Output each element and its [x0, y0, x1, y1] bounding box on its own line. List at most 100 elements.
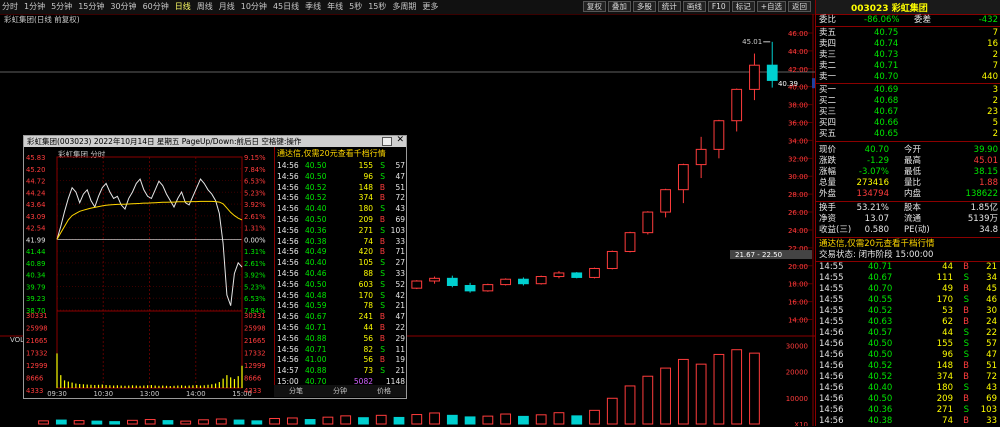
tool-button[interactable]: 返回 — [788, 1, 811, 12]
tick-price: 40.67 — [305, 312, 327, 322]
period-tab[interactable]: 分时 — [2, 2, 18, 12]
price-axis-label: 36.00 — [788, 120, 808, 128]
candle-body — [589, 267, 600, 278]
popup-tab[interactable]: 分钟 — [333, 385, 347, 397]
price-axis-label: 34.00 — [788, 137, 808, 145]
stat-row: 外盘 134794 内盘 138622 — [816, 189, 1000, 200]
level-volume: 2 — [992, 50, 998, 60]
period-tab[interactable]: 月线 — [219, 2, 235, 12]
period-tab[interactable]: 30分钟 — [110, 2, 136, 12]
tick-count: 47 — [395, 171, 405, 181]
popup-tab[interactable]: 分笔 — [289, 385, 303, 397]
trade-row: 14:56 40.50 96 S 47 — [816, 350, 1000, 361]
intraday-popup[interactable]: 彩虹集团(003023) 2022年10月14日 星期五 PageUp/Down… — [23, 135, 407, 399]
tool-button[interactable]: 标记 — [731, 1, 755, 12]
period-tab[interactable]: 60分钟 — [143, 2, 169, 12]
candle-body — [660, 189, 671, 213]
trade-side: S — [963, 273, 969, 283]
intraday-chart[interactable]: 45.83 9.15% 45.20 7.84% 44.72 6.53% 44.24 5.23%… — [24, 147, 274, 398]
tick-row: 14:56 40.71 82 S 11 — [275, 344, 407, 355]
volume-bar — [375, 414, 387, 425]
period-tab[interactable]: 年线 — [327, 2, 343, 12]
period-tab[interactable]: 周线 — [197, 2, 213, 12]
tick-side: S — [380, 301, 385, 311]
period-tab[interactable]: 多周期 — [392, 2, 416, 12]
volume-axis-label: X10 — [794, 421, 808, 426]
candle-body — [482, 284, 494, 292]
trade-row: 14:55 40.71 44 B 21 — [816, 262, 1000, 273]
candle-body — [624, 232, 636, 252]
stat-value: 39.90 — [973, 145, 998, 155]
volume-axis-label: 30000 — [786, 342, 808, 350]
candle-body — [518, 278, 529, 285]
period-tab[interactable]: 15分钟 — [78, 2, 104, 12]
period-tab[interactable]: 15秒 — [368, 2, 386, 12]
tick-row: 14:56 40.50 155 S 57 — [275, 160, 407, 171]
period-tab[interactable]: 45日线 — [273, 2, 299, 12]
price-axis-label: 45.20 — [26, 166, 45, 174]
l2-banner[interactable]: 通达信,仅需20元查看千档行情 — [816, 239, 1000, 250]
volume-axis-label: 20000 — [786, 369, 808, 377]
level-volume: 7 — [992, 61, 998, 71]
trade-price: 40.50 — [868, 339, 893, 349]
tick-price: 40.46 — [305, 269, 327, 278]
period-tab[interactable]: 5分钟 — [51, 2, 72, 12]
tick-count: 57 — [395, 161, 405, 170]
stat-value: 38.15 — [973, 167, 998, 177]
weibi-row: 委比 -86.06% 委差 -432 — [816, 15, 1000, 26]
price-axis-label: 30.00 — [788, 173, 808, 181]
period-tab[interactable]: 季线 — [305, 2, 321, 12]
tick-row: 14:56 40.50 209 B 69 — [275, 214, 407, 225]
weibi-label: 委比 — [819, 15, 837, 25]
tick-price: 40.52 — [305, 182, 327, 192]
trade-row: 14:55 40.63 62 B 24 — [816, 317, 1000, 328]
popup-tab[interactable]: 价格 — [377, 385, 391, 397]
tick-time: 14:56 — [277, 355, 299, 365]
divider — [816, 83, 1000, 84]
period-tab[interactable]: 10分钟 — [241, 2, 267, 12]
period-tab[interactable]: 1分钟 — [24, 2, 45, 12]
tool-button[interactable]: F10 — [707, 1, 730, 12]
level-price: 40.75 — [874, 28, 899, 38]
trade-count: 72 — [986, 372, 997, 382]
tick-row: 14:56 40.40 180 S 43 — [275, 203, 407, 214]
trade-volume: 49 — [942, 284, 953, 294]
tool-button[interactable]: 复权 — [582, 1, 606, 12]
trade-count: 103 — [980, 405, 997, 415]
price-axis-label: 43.64 — [26, 201, 45, 209]
popup-l2-banner[interactable]: 通达信,仅需20元查看千档行情 — [277, 148, 386, 159]
stat-label: 净资 — [819, 214, 837, 224]
tool-button[interactable]: 画线 — [682, 1, 706, 12]
tool-button[interactable]: 统计 — [657, 1, 681, 12]
level-label: 卖三 — [819, 50, 837, 60]
close-icon[interactable]: ✕ — [396, 135, 404, 146]
maximize-icon[interactable] — [382, 137, 392, 146]
trade-side: B — [963, 416, 969, 426]
tick-time: 14:56 — [277, 215, 299, 224]
tick-price: 40.36 — [305, 225, 327, 235]
tick-row: 14:56 40.52 374 B 72 — [275, 192, 407, 203]
level-volume: 2 — [992, 129, 998, 139]
tick-side: B — [379, 323, 385, 332]
divider — [816, 141, 1000, 142]
trade-count: 57 — [986, 339, 997, 349]
tick-volume: 420 — [358, 247, 373, 257]
trade-price: 40.38 — [868, 416, 893, 426]
trade-price: 40.52 — [868, 306, 893, 316]
tick-price: 40.59 — [305, 301, 327, 311]
tool-button[interactable]: 叠加 — [607, 1, 631, 12]
stat-value: 45.01 — [973, 156, 998, 166]
stat-value: 1.88 — [979, 178, 998, 188]
tool-button[interactable]: 多股 — [632, 1, 656, 12]
period-tab[interactable]: 日线 — [175, 2, 191, 12]
volume-bar — [180, 420, 192, 425]
period-tab[interactable]: 更多 — [422, 2, 438, 12]
tick-volume: 44 — [363, 323, 373, 332]
volume-bar — [393, 416, 405, 425]
level-price: 40.71 — [874, 61, 899, 71]
volume-bar — [269, 417, 280, 425]
tool-button[interactable]: +自选 — [756, 1, 786, 12]
period-tab[interactable]: 5秒 — [349, 2, 362, 12]
volume-bar — [535, 414, 547, 425]
popup-title-bar[interactable]: 彩虹集团(003023) 2022年10月14日 星期五 PageUp/Down… — [24, 135, 406, 147]
